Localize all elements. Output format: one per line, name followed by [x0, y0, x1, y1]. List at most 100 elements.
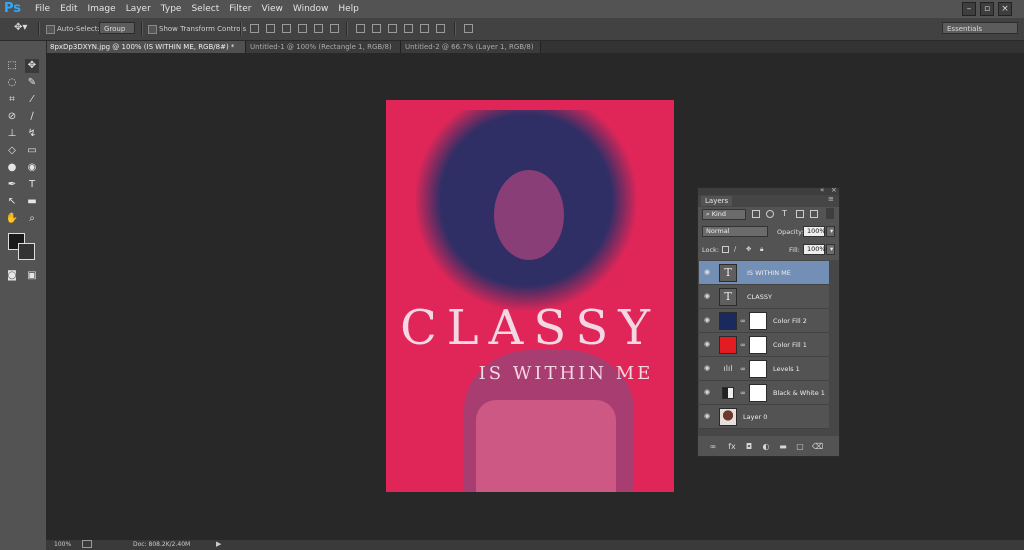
add-mask-icon[interactable]: ◘ — [744, 442, 754, 452]
tab-document-2[interactable]: Untitled-1 @ 100% (Rectangle 1, RGB/8) * — [246, 41, 401, 63]
menu-edit[interactable]: Edit — [55, 4, 82, 14]
menu-help[interactable]: Help — [333, 4, 364, 14]
marquee-tool-icon[interactable]: ⬚ — [5, 59, 19, 73]
minimize-icon[interactable]: – — [962, 2, 976, 16]
align-hcenter-icon[interactable] — [314, 24, 323, 33]
visibility-eye-icon[interactable]: ◉ — [703, 389, 711, 396]
blend-mode-dropdown[interactable]: Normal — [702, 226, 768, 237]
new-adjustment-icon[interactable]: ◐ — [761, 442, 771, 452]
menu-layer[interactable]: Layer — [121, 4, 156, 14]
brush-tool-icon[interactable]: ∕ — [25, 110, 39, 124]
visibility-eye-icon[interactable]: ◉ — [703, 293, 711, 300]
visibility-eye-icon[interactable]: ◉ — [703, 365, 711, 372]
layer-row-black-white-1[interactable]: ◉ ∞ Black & White 1 — [699, 381, 829, 405]
shape-tool-icon[interactable]: ▬ — [25, 195, 39, 209]
tab-document-1[interactable]: 8pxDp3DXYN.jpg @ 100% (IS WITHIN ME, RGB… — [46, 41, 246, 53]
auto-select-dropdown[interactable]: Group — [99, 22, 135, 34]
lock-image-icon[interactable]: ∕ — [734, 245, 736, 253]
screen-mode-icon[interactable]: ▣ — [25, 269, 39, 283]
crop-tool-icon[interactable]: ⌗ — [5, 93, 19, 107]
opacity-input[interactable]: 100% — [803, 226, 826, 237]
auto-align-icon[interactable] — [464, 24, 473, 33]
background-color-swatch[interactable] — [18, 243, 35, 260]
visibility-eye-icon[interactable]: ◉ — [703, 341, 711, 348]
distribute-vcenter-icon[interactable] — [372, 24, 381, 33]
close-panel-icon[interactable]: × — [831, 186, 837, 194]
menu-type[interactable]: Type — [156, 4, 187, 14]
blur-tool-icon[interactable]: ● — [5, 161, 19, 175]
move-tool-icon[interactable]: ✥▾ — [14, 22, 27, 33]
history-brush-tool-icon[interactable]: ↯ — [25, 127, 39, 141]
layer-row-levels-1[interactable]: ◉ ılıl ∞ Levels 1 — [699, 357, 829, 381]
filter-toggle-switch[interactable] — [826, 208, 834, 219]
mask-link-icon[interactable]: ∞ — [740, 389, 748, 397]
distribute-right-icon[interactable] — [436, 24, 445, 33]
tab-layers[interactable]: Layers — [701, 196, 733, 206]
tab-document-3[interactable]: Untitled-2 @ 66.7% (Layer 1, RGB/8) * — [401, 41, 541, 63]
distribute-top-icon[interactable] — [356, 24, 365, 33]
eyedropper-tool-icon[interactable]: ⁄ — [25, 93, 39, 107]
pen-tool-icon[interactable]: ✒ — [5, 178, 19, 192]
lock-all-icon[interactable]: 🔒︎ — [760, 245, 763, 254]
healing-brush-tool-icon[interactable]: ⊘ — [5, 110, 19, 124]
opacity-dropdown-icon[interactable]: ▾ — [826, 226, 835, 237]
distribute-bottom-icon[interactable] — [388, 24, 397, 33]
menu-file[interactable]: File — [30, 4, 55, 14]
mask-link-icon[interactable]: ∞ — [740, 365, 748, 373]
close-icon[interactable]: × — [998, 2, 1012, 16]
status-menu-arrow-icon[interactable]: ▶ — [216, 540, 221, 548]
filter-shape-icon[interactable] — [796, 210, 804, 218]
gradient-tool-icon[interactable]: ▭ — [25, 144, 39, 158]
quick-mask-icon[interactable]: ◙ — [5, 269, 19, 283]
new-group-icon[interactable]: ▬ — [778, 442, 788, 452]
mask-link-icon[interactable]: ∞ — [740, 341, 748, 349]
status-preview-icon[interactable] — [82, 540, 92, 548]
layer-row-color-fill-2[interactable]: ◉ ∞ Color Fill 2 — [699, 309, 829, 333]
layer-style-icon[interactable]: fx — [727, 442, 737, 452]
clone-stamp-tool-icon[interactable]: ⊥ — [5, 127, 19, 141]
eraser-tool-icon[interactable]: ◇ — [5, 144, 19, 158]
restore-icon[interactable]: ▫ — [980, 2, 994, 16]
menu-window[interactable]: Window — [288, 4, 334, 14]
menu-select[interactable]: Select — [186, 4, 224, 14]
quick-select-tool-icon[interactable]: ✎ — [25, 76, 39, 90]
delete-layer-icon[interactable]: ⌫ — [812, 442, 823, 452]
align-bottom-icon[interactable] — [282, 24, 291, 33]
visibility-eye-icon[interactable]: ◉ — [703, 269, 711, 276]
visibility-eye-icon[interactable]: ◉ — [703, 317, 711, 324]
new-layer-icon[interactable]: ▢ — [795, 442, 805, 452]
lock-position-icon[interactable]: ✥ — [746, 245, 751, 253]
align-top-icon[interactable] — [250, 24, 259, 33]
menu-view[interactable]: View — [257, 4, 288, 14]
filter-smart-object-icon[interactable] — [810, 210, 818, 218]
fill-dropdown-icon[interactable]: ▾ — [826, 244, 835, 255]
menu-image[interactable]: Image — [83, 4, 121, 14]
mask-link-icon[interactable]: ∞ — [740, 317, 748, 325]
auto-select-checkbox[interactable] — [46, 25, 55, 34]
lasso-tool-icon[interactable]: ◌ — [5, 76, 19, 90]
move-tool-icon[interactable]: ✥ — [25, 59, 39, 73]
filter-type-icon[interactable]: T — [782, 209, 787, 218]
layer-row-layer-0[interactable]: ◉ Layer 0 — [699, 405, 829, 429]
distribute-hcenter-icon[interactable] — [420, 24, 429, 33]
show-transform-checkbox[interactable] — [148, 25, 157, 34]
fill-input[interactable]: 100% — [803, 244, 826, 255]
collapse-panel-icon[interactable]: « — [820, 186, 824, 194]
filter-pixel-icon[interactable] — [752, 210, 760, 218]
hand-tool-icon[interactable]: ✋ — [5, 212, 19, 226]
dodge-tool-icon[interactable]: ◉ — [25, 161, 39, 175]
path-selection-tool-icon[interactable]: ↖ — [5, 195, 19, 209]
type-tool-icon[interactable]: T — [25, 178, 39, 192]
distribute-left-icon[interactable] — [404, 24, 413, 33]
document-canvas[interactable]: CLASSY IS WITHIN ME — [386, 100, 674, 492]
filter-adjustment-icon[interactable] — [766, 210, 774, 218]
zoom-level[interactable]: 100% — [54, 541, 71, 548]
filter-kind-dropdown[interactable]: ⌕ Kind — [702, 209, 746, 220]
lock-transparent-icon[interactable] — [722, 246, 729, 253]
layer-row-color-fill-1[interactable]: ◉ ∞ Color Fill 1 — [699, 333, 829, 357]
zoom-tool-icon[interactable]: ⌕ — [25, 212, 39, 226]
panel-menu-icon[interactable]: ≡ — [828, 195, 834, 203]
align-left-icon[interactable] — [298, 24, 307, 33]
layer-row-classy[interactable]: ◉ T CLASSY — [699, 285, 829, 309]
align-vcenter-icon[interactable] — [266, 24, 275, 33]
